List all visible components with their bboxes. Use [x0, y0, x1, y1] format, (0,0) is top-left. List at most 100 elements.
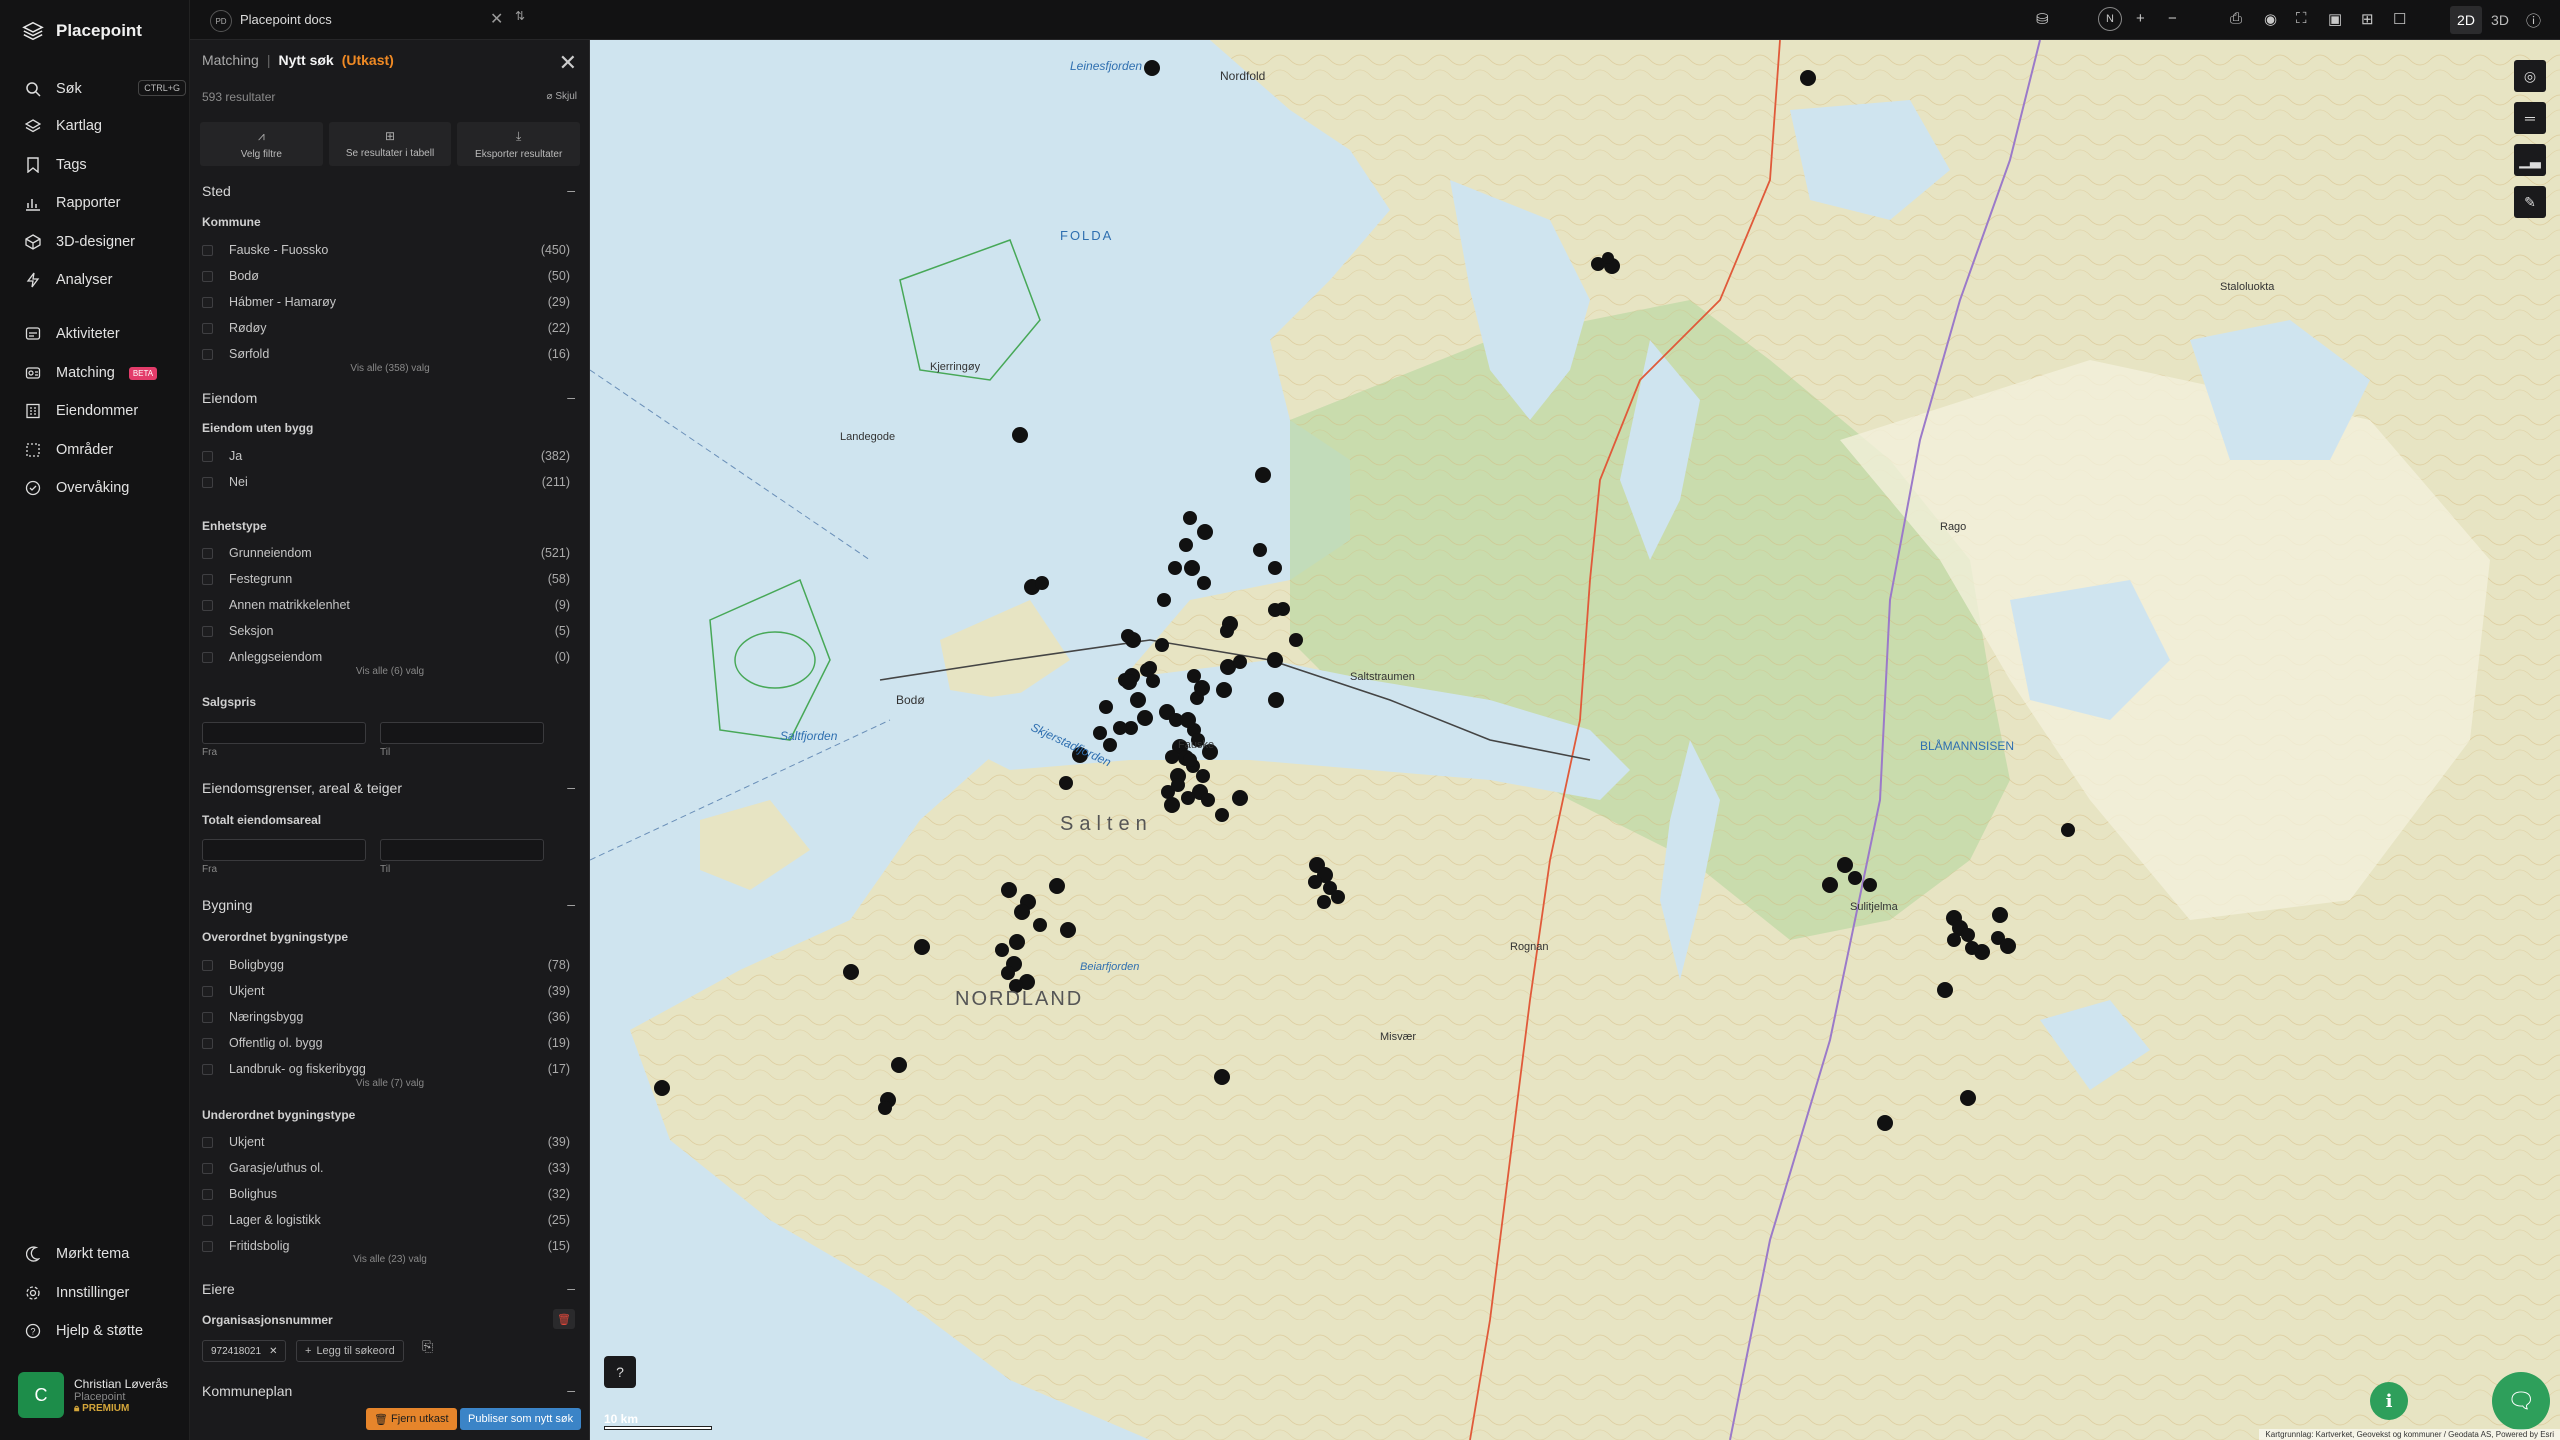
checkbox[interactable]	[202, 1136, 213, 1148]
checkbox[interactable]	[202, 651, 213, 663]
remove-chip-icon[interactable]: ✕	[269, 1346, 277, 1357]
filter-option[interactable]: Hábmer - Hamarøy (29)	[202, 293, 570, 311]
section-bygning[interactable]: Bygning	[202, 897, 253, 913]
section-eiere[interactable]: Eiere	[202, 1281, 235, 1297]
filter-option[interactable]: Fauske - Fuossko (450)	[202, 241, 570, 259]
filter-option[interactable]: Festegrunn (58)	[202, 570, 570, 588]
checkbox[interactable]	[202, 547, 213, 559]
copy-icon[interactable]: ⎘	[422, 1338, 433, 1355]
brand[interactable]: Placepoint	[22, 20, 142, 42]
filter-option[interactable]: Rødøy (22)	[202, 319, 570, 337]
print-icon[interactable]: ⎙	[2230, 10, 2242, 27]
breadcrumb[interactable]: Matching	[202, 52, 259, 68]
nav-item-activities[interactable]: Aktiviteter	[24, 322, 174, 346]
chart-tool[interactable]: ▁▃	[2514, 144, 2546, 176]
show-all-link[interactable]: Vis alle (358) valg	[190, 363, 590, 374]
mode-3d-button[interactable]: 3D	[2484, 6, 2516, 34]
filter-option[interactable]: Ja (382)	[202, 447, 570, 465]
trash-icon[interactable]: 🗑︎	[553, 1309, 575, 1329]
nav-item-analyses[interactable]: Analyser	[24, 268, 174, 292]
filter-option[interactable]: Offentlig ol. bygg (19)	[202, 1034, 570, 1052]
nav-item-areas[interactable]: Områder	[24, 438, 174, 462]
hide-button[interactable]: ⌀ Skjul	[547, 91, 578, 102]
checkbox[interactable]	[202, 348, 213, 360]
filter-option[interactable]: Næringsbygg (36)	[202, 1008, 570, 1026]
checkbox[interactable]	[202, 1063, 213, 1075]
section-sted[interactable]: Sted	[202, 183, 231, 199]
grid-icon[interactable]: ⊞	[2361, 10, 2374, 28]
filter-option[interactable]: Bodø (50)	[202, 267, 570, 285]
workspace-badge[interactable]: PD	[210, 10, 232, 32]
nav-item-help[interactable]: ? Hjelp & støtte	[24, 1319, 174, 1343]
filter-option[interactable]: Lager & logistikk (25)	[202, 1211, 570, 1229]
chat-icon[interactable]: 🗨︎	[2492, 1372, 2550, 1430]
nav-item-settings[interactable]: Innstillinger	[24, 1281, 174, 1305]
map-layers-tool[interactable]: ◎	[2514, 60, 2546, 92]
checkbox[interactable]	[202, 1011, 213, 1023]
map-canvas[interactable]: Leinesfjorden Nordfold FOLDA Landegode B…	[590, 40, 2560, 1440]
zoom-out-icon[interactable]: −	[2168, 10, 2177, 27]
checkbox[interactable]	[202, 476, 213, 488]
checkbox[interactable]	[202, 1037, 213, 1049]
zoom-in-icon[interactable]: +	[2136, 10, 2145, 27]
nav-item-dark-theme[interactable]: Mørkt tema	[24, 1242, 174, 1266]
section-kommuneplan[interactable]: Kommuneplan	[202, 1383, 292, 1399]
export-button[interactable]: ⤓ Eksporter resultater	[457, 122, 581, 166]
price-from-input[interactable]	[202, 722, 366, 744]
section-grenser[interactable]: Eiendomsgrenser, areal & teiger	[202, 780, 402, 796]
filter-option[interactable]: Sørfold (16)	[202, 345, 570, 363]
collapse-icon[interactable]: –	[567, 1382, 575, 1398]
show-all-link[interactable]: Vis alle (23) valg	[190, 1254, 590, 1265]
checkbox[interactable]	[202, 296, 213, 308]
nav-item-properties[interactable]: Eiendommer	[24, 399, 174, 423]
nav-item-tags[interactable]: Tags	[24, 153, 174, 177]
camera-icon[interactable]: ▣	[2328, 10, 2342, 28]
map-svg[interactable]: Leinesfjorden Nordfold FOLDA Landegode B…	[590, 40, 2560, 1440]
user-profile[interactable]: C Christian Løverås Placepoint 🔒︎ PREMIU…	[18, 1372, 168, 1418]
filter-option[interactable]: Nei (211)	[202, 473, 570, 491]
info-icon[interactable]: ⓘ	[2526, 10, 2541, 31]
nav-item-monitoring[interactable]: Overvåking	[24, 476, 174, 500]
nav-item-layers[interactable]: Kartlag	[24, 114, 174, 138]
checkbox[interactable]	[202, 270, 213, 282]
filter-option[interactable]: Anleggseiendom (0)	[202, 648, 570, 666]
remove-draft-button[interactable]: 🗑︎ Fjern utkast	[366, 1408, 457, 1430]
draw-tool[interactable]: ✎	[2514, 186, 2546, 218]
checkbox[interactable]	[202, 625, 213, 637]
checkbox[interactable]	[202, 959, 213, 971]
compass-icon[interactable]: N	[2098, 7, 2122, 31]
filter-option[interactable]: Bolighus (32)	[202, 1185, 570, 1203]
close-icon[interactable]: ✕	[490, 9, 503, 29]
table-view-button[interactable]: ⊞ Se resultater i tabell	[328, 122, 452, 166]
collapse-icon[interactable]: –	[567, 389, 575, 405]
checkbox[interactable]	[202, 1162, 213, 1174]
section-eiendom[interactable]: Eiendom	[202, 390, 257, 406]
checkbox[interactable]	[202, 1240, 213, 1252]
collapse-icon[interactable]: –	[567, 182, 575, 198]
help-icon[interactable]: ?	[604, 1356, 636, 1388]
filter-option[interactable]: Garasje/uthus ol. (33)	[202, 1159, 570, 1177]
nav-item-search[interactable]: Søk CTRL+G	[24, 77, 186, 101]
checkbox[interactable]	[202, 1214, 213, 1226]
checkbox[interactable]	[202, 244, 213, 256]
show-all-link[interactable]: Vis alle (7) valg	[190, 1078, 590, 1089]
mode-2d-button[interactable]: 2D	[2450, 6, 2482, 34]
checkbox[interactable]	[202, 573, 213, 585]
collapse-icon[interactable]: –	[567, 1280, 575, 1296]
area-from-input[interactable]	[202, 839, 366, 861]
collapse-icon[interactable]: –	[567, 896, 575, 912]
checkbox[interactable]	[202, 1188, 213, 1200]
nav-item-3d-designer[interactable]: 3D-designer	[24, 230, 174, 254]
filter-option[interactable]: Ukjent (39)	[202, 1133, 570, 1151]
price-to-input[interactable]	[380, 722, 544, 744]
checkbox[interactable]	[202, 985, 213, 997]
nav-item-reports[interactable]: Rapporter	[24, 191, 174, 215]
show-all-link[interactable]: Vis alle (6) valg	[190, 666, 590, 677]
filter-option[interactable]: Grunneiendom (521)	[202, 544, 570, 562]
filter-option[interactable]: Ukjent (39)	[202, 982, 570, 1000]
info-icon[interactable]: i	[2370, 1382, 2408, 1420]
layers-stack-icon[interactable]: ⛁	[2036, 10, 2049, 28]
collapse-icon[interactable]: –	[567, 779, 575, 795]
close-panel-button[interactable]: ✕	[559, 50, 577, 76]
eye-icon[interactable]: ◉	[2264, 10, 2277, 28]
